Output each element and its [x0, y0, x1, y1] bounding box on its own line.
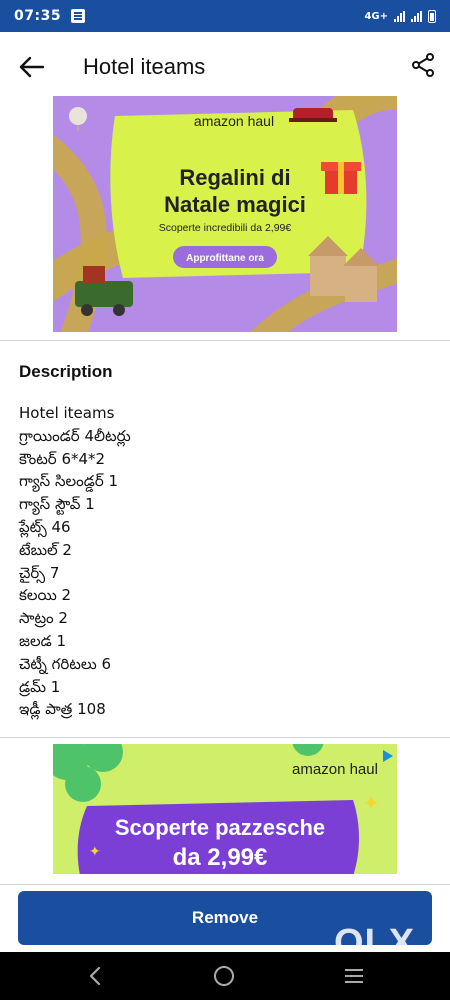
nav-back-icon[interactable] — [84, 964, 106, 988]
nav-menu-icon[interactable] — [344, 967, 364, 985]
description-line: కౌంటర్ 6*4*2 — [19, 449, 106, 468]
status-icons: 4G+ — [364, 9, 436, 23]
arrow-left-icon[interactable] — [16, 52, 46, 82]
ad-top-subline: Scoperte incredibili da 2,99€ — [159, 222, 292, 234]
system-nav-bar — [0, 952, 450, 1000]
gift-box-icon — [321, 162, 361, 194]
description-line: డ్రమ్ 1 — [19, 677, 61, 696]
battery-icon — [428, 9, 436, 23]
ad-bottom-brand: amazon haul — [292, 761, 378, 778]
description-line: టేబుల్ 2 — [19, 540, 72, 559]
notification-icon — [71, 9, 86, 23]
description-line: కలయి 2 — [19, 586, 72, 605]
description-line: చైర్స్ 7 — [19, 563, 60, 582]
description-heading: Description — [19, 362, 113, 381]
description-line: చెట్నీ గరిటలు 6 — [19, 654, 112, 673]
divider — [0, 884, 450, 885]
app-bar: Hotel iteams — [0, 32, 450, 104]
description-line: గ్యాస్ సిలండ్డర్ 1 — [19, 472, 119, 491]
ad-banner-bottom[interactable]: amazon haul Scoperte pazzesche da 2,99€ … — [53, 744, 397, 874]
description-line: ఇడ్లీ పాత్ర 108 — [19, 700, 106, 719]
nav-home-icon[interactable] — [214, 966, 234, 986]
divider — [0, 340, 450, 341]
description-line: Hotel iteams — [19, 404, 115, 422]
ad-bottom-headline-2: da 2,99€ — [173, 844, 268, 871]
signal-icon — [394, 10, 405, 22]
ad-banner-top[interactable]: amazon haul Regalini di Natale magici Sc… — [53, 96, 397, 332]
sparkle-icon: ✦ — [363, 791, 380, 815]
status-bar: 07:35 4G+ — [0, 0, 450, 32]
ad-banner-top-artwork: amazon haul Regalini di Natale magici Sc… — [53, 96, 397, 332]
ad-top-headline-1: Regalini di — [179, 165, 290, 190]
ad-top-brand: amazon haul — [194, 113, 274, 129]
description-line: గ్యాస్ స్టౌవ్ 1 — [19, 495, 95, 514]
status-time: 07:35 — [14, 8, 62, 24]
share-icon[interactable] — [410, 52, 436, 78]
description-line: సాట్రం 2 — [19, 609, 68, 628]
ad-banner-bottom-artwork: amazon haul Scoperte pazzesche da 2,99€ … — [53, 744, 397, 874]
ad-top-cta: Approfittane ora — [186, 253, 264, 264]
ad-top-headline-2: Natale magici — [164, 192, 306, 217]
description-line: జలడ 1 — [19, 631, 67, 650]
signal-icon-2 — [411, 10, 422, 22]
sparkle-icon: ✦ — [89, 844, 101, 860]
network-type: 4G+ — [364, 10, 388, 22]
ad-bottom-headline-1: Scoperte pazzesche — [115, 815, 325, 840]
description-line: ప్లేట్స్ 46 — [19, 517, 71, 536]
description-line: గ్రాయిండర్ 4లీటర్లు — [19, 426, 131, 445]
decor-sleigh — [289, 108, 337, 122]
page-title: Hotel iteams — [83, 54, 206, 79]
divider — [0, 737, 450, 738]
description-body: Hotel iteams గ్రాయిండర్ 4లీటర్లు కౌంటర్ 6*… — [19, 402, 131, 721]
